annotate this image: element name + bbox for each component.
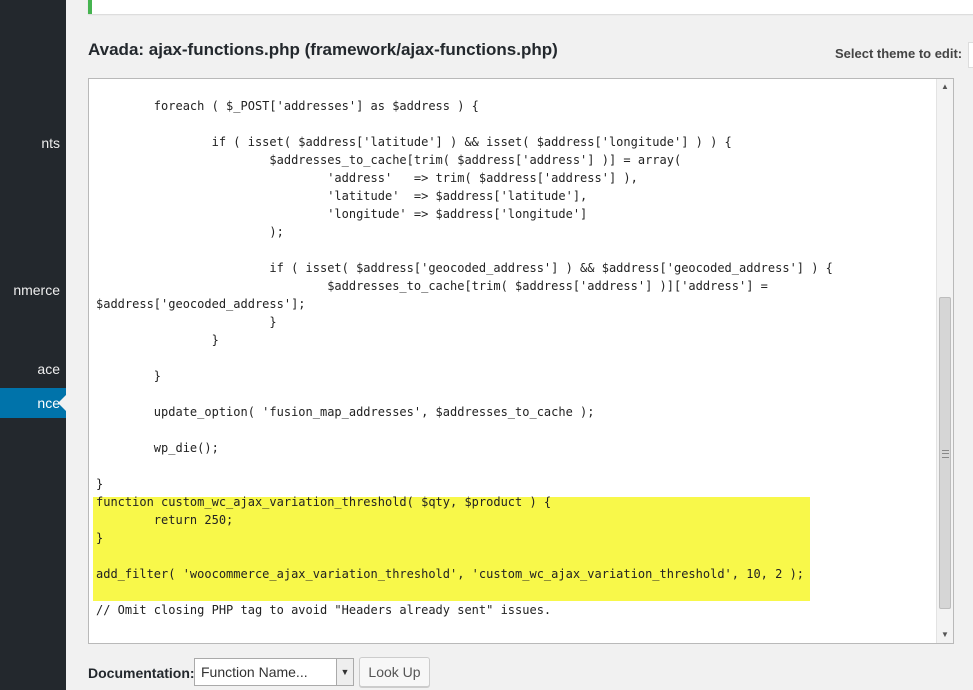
- scroll-up-arrow-icon[interactable]: ▲: [937, 79, 953, 95]
- code-line: }: [96, 477, 104, 491]
- sidebar-item-label: ace: [37, 361, 60, 377]
- sidebar-item-label: nce: [37, 395, 60, 411]
- code-line: $addresses_to_cache[trim( $address['addr…: [96, 279, 768, 293]
- scrollbar-thumb[interactable]: [939, 297, 951, 609]
- sidebar-item-comments[interactable]: nts: [0, 128, 66, 158]
- code-line: $address['geocoded_address'];: [96, 297, 306, 311]
- scroll-down-arrow-icon[interactable]: ▼: [937, 627, 953, 643]
- code-line: wp_die();: [96, 441, 219, 455]
- code-line: }: [96, 315, 277, 329]
- code-line: function custom_wc_ajax_variation_thresh…: [96, 495, 552, 509]
- code-line: $addresses_to_cache[trim( $address['addr…: [96, 153, 682, 167]
- code-line: if ( isset( $address['geocoded_address']…: [96, 261, 833, 275]
- chevron-down-icon: ▼: [336, 659, 353, 685]
- code-line: return 250;: [96, 513, 234, 527]
- code-line: 'longitude' => $address['longitude']: [96, 207, 588, 221]
- code-line: // Omit closing PHP tag to avoid "Header…: [96, 603, 552, 617]
- grip-icon: [942, 450, 949, 458]
- code-content[interactable]: foreach ( $_POST['addresses'] as $addres…: [96, 97, 833, 619]
- theme-select[interactable]: [968, 42, 973, 68]
- select-theme-label: Select theme to edit:: [835, 46, 963, 61]
- update-notice: [88, 0, 973, 14]
- admin-sidebar: nts nmerce ace nce s ns ns: [0, 0, 66, 690]
- code-line: }: [96, 531, 104, 545]
- editor-scrollbar[interactable]: ▲ ▼: [936, 79, 953, 643]
- look-up-button[interactable]: Look Up: [359, 657, 430, 687]
- code-line: update_option( 'fusion_map_addresses', $…: [96, 405, 595, 419]
- sidebar-item-woocommerce[interactable]: nmerce: [0, 275, 66, 305]
- code-line: );: [96, 225, 284, 239]
- code-editor[interactable]: foreach ( $_POST['addresses'] as $addres…: [88, 78, 954, 644]
- sidebar-item-label: nts: [41, 135, 60, 151]
- code-line: }: [96, 369, 162, 383]
- sidebar-item-label: nmerce: [13, 282, 60, 298]
- code-line: if ( isset( $address['latitude'] ) && is…: [96, 135, 732, 149]
- function-name-select[interactable]: Function Name... ▼: [194, 658, 354, 686]
- code-line: add_filter( 'woocommerce_ajax_variation_…: [96, 567, 805, 581]
- code-line: }: [96, 333, 219, 347]
- code-line: 'address' => trim( $address['address'] )…: [96, 171, 638, 185]
- sidebar-item-marketplace[interactable]: ace: [0, 354, 66, 384]
- code-line: foreach ( $_POST['addresses'] as $addres…: [96, 99, 479, 113]
- function-select-value: Function Name...: [201, 664, 308, 680]
- page-title: Avada: ajax-functions.php (framework/aja…: [88, 40, 558, 59]
- documentation-label: Documentation:: [88, 665, 195, 681]
- sidebar-item-appearance[interactable]: nce: [0, 388, 66, 418]
- code-line: 'latitude' => $address['latitude'],: [96, 189, 588, 203]
